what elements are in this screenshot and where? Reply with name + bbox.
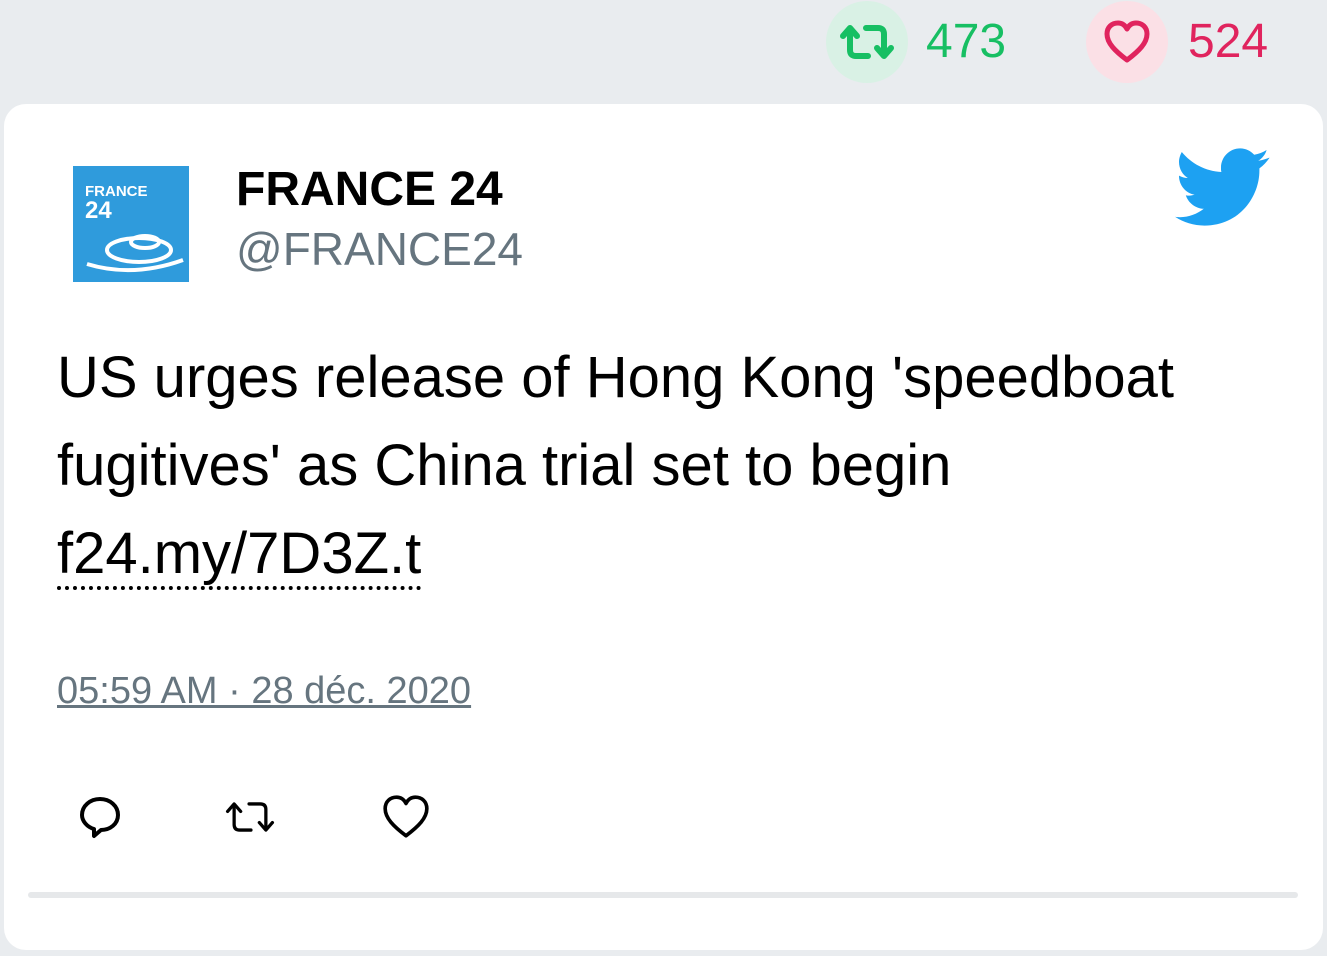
avatar[interactable]: FRANCE 24 <box>59 152 203 296</box>
author-handle[interactable]: @FRANCE24 <box>236 222 523 276</box>
retweet-button[interactable] <box>222 789 278 845</box>
tweet-timestamp[interactable]: 05:59 AM · 28 déc. 2020 <box>57 670 471 713</box>
retweet-stat-icon-bubble[interactable] <box>826 1 908 83</box>
tweet-link[interactable]: f24.my/7D3Z.t <box>57 521 422 590</box>
like-stat[interactable]: 524 <box>1086 0 1268 84</box>
tweet-body: US urges release of Hong Kong 'speedboat… <box>57 345 1175 498</box>
twitter-bird-icon-wrap[interactable] <box>1175 148 1271 233</box>
twitter-bird-icon <box>1175 148 1270 226</box>
france24-logo-graphic: FRANCE 24 <box>73 166 189 282</box>
logo-text-line2: 24 <box>85 197 112 224</box>
tweet-card: FRANCE 24 FRANCE 24 @FRANCE24 US urges r… <box>4 104 1323 950</box>
card-divider <box>28 892 1298 898</box>
retweet-stat[interactable]: 473 <box>826 0 1006 84</box>
like-stat-icon-bubble[interactable] <box>1086 1 1168 83</box>
like-button[interactable] <box>378 789 434 845</box>
heart-icon <box>1104 20 1150 63</box>
retweet-count: 473 <box>926 15 1007 68</box>
heart-icon <box>383 795 429 838</box>
reply-icon <box>80 797 120 838</box>
retweet-icon <box>225 802 275 832</box>
author-name[interactable]: FRANCE 24 <box>236 162 503 217</box>
like-count: 524 <box>1188 15 1269 68</box>
tweet-text: US urges release of Hong Kong 'speedboat… <box>57 334 1287 598</box>
reply-button[interactable] <box>72 789 128 845</box>
retweet-icon <box>840 25 894 59</box>
france24-logo: FRANCE 24 <box>73 166 189 282</box>
